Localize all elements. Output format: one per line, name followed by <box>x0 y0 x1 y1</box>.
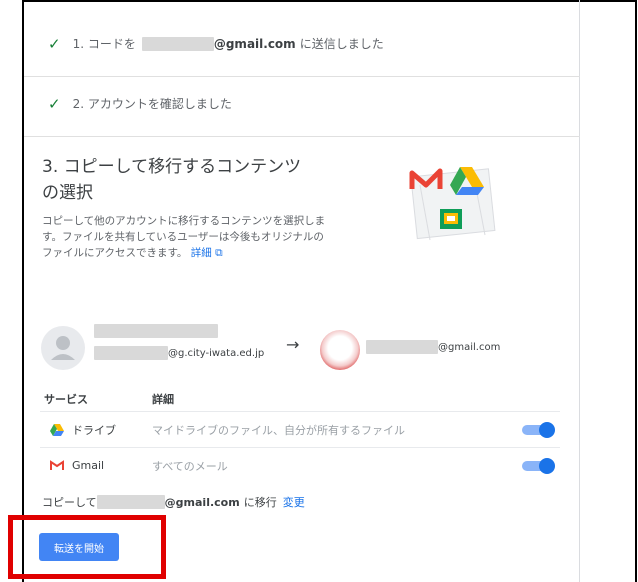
step-1-row: ✓ 1. コードを @gmail.com に送信しました <box>24 11 580 77</box>
highlight-annotation-box <box>8 515 166 579</box>
learn-more-label: 詳細 <box>190 247 212 259</box>
google-drive-icon <box>50 423 64 436</box>
step-1-email-domain: @gmail.com <box>213 36 296 51</box>
copy-target-line: コピーして @gmail.com に移行 変更 <box>42 494 305 510</box>
dest-email-domain: @gmail.com <box>438 341 501 353</box>
copy-prefix: コピーして <box>42 496 97 509</box>
section-title-line1: 3. コピーして移行するコンテンツ <box>42 157 302 177</box>
copy-email-domain: @gmail.com <box>164 495 240 509</box>
column-header-detail: 詳細 <box>152 393 174 406</box>
dest-email: @gmail.com <box>366 340 500 354</box>
gmail-toggle[interactable] <box>522 457 555 474</box>
step-2-row: ✓ 2. アカウントを確認しました <box>24 71 580 137</box>
person-icon <box>51 336 75 360</box>
section-title-line2: の選択 <box>42 183 93 203</box>
dest-avatar <box>320 330 360 370</box>
service-label: ドライブ <box>72 423 116 437</box>
source-name <box>94 324 218 338</box>
gmail-icon <box>50 460 64 470</box>
redacted-name <box>94 324 218 338</box>
change-link[interactable]: 変更 <box>283 494 305 510</box>
checkmark-icon: ✓ <box>48 94 61 113</box>
step-1-suffix: に送信しました <box>299 37 384 51</box>
column-header-service: サービス <box>44 393 88 406</box>
step-1-prefix: 1. コードを <box>72 37 136 51</box>
redacted-email <box>96 495 165 509</box>
section-title: 3. コピーして移行するコンテンツ の選択 <box>42 154 342 206</box>
service-row-drive: ドライブ マイドライブのファイル、自分が所有するファイル <box>40 411 560 447</box>
redacted-email <box>366 340 438 354</box>
source-email: @g.city-iwata.ed.jp <box>94 346 264 360</box>
source-email-domain: @g.city-iwata.ed.jp <box>168 347 265 359</box>
gmail-drive-classroom-illustration <box>409 167 496 241</box>
arrow-right-icon: → <box>286 335 300 354</box>
checkmark-icon: ✓ <box>48 34 61 53</box>
frame-right-border <box>635 0 637 582</box>
copy-suffix: に移行 <box>243 496 277 509</box>
toggle-knob <box>539 457 555 474</box>
drive-toggle[interactable] <box>522 421 555 438</box>
source-avatar <box>41 326 85 370</box>
step-1-text: 1. コードを @gmail.com に送信しました <box>73 35 384 52</box>
service-name-drive: ドライブ <box>50 422 116 438</box>
step-2-text: 2. アカウントを確認しました <box>72 97 232 111</box>
service-row-gmail: Gmail すべてのメール <box>40 447 560 483</box>
description-text: コピーして他のアカウントに移行するコンテンツを選択します。ファイルを共有している… <box>42 215 326 259</box>
service-detail: すべてのメール <box>152 459 228 473</box>
service-name-gmail: Gmail <box>50 459 104 472</box>
service-label: Gmail <box>72 459 105 472</box>
external-link-icon: ⧉ <box>215 247 223 259</box>
redacted-email <box>94 346 168 360</box>
section-description: コピーして他のアカウントに移行するコンテンツを選択します。ファイルを共有している… <box>42 213 332 261</box>
learn-more-link[interactable]: 詳細 ⧉ <box>191 247 223 259</box>
redacted-email <box>141 36 214 51</box>
service-detail: マイドライブのファイル、自分が所有するファイル <box>152 423 405 437</box>
toggle-knob <box>539 421 555 438</box>
